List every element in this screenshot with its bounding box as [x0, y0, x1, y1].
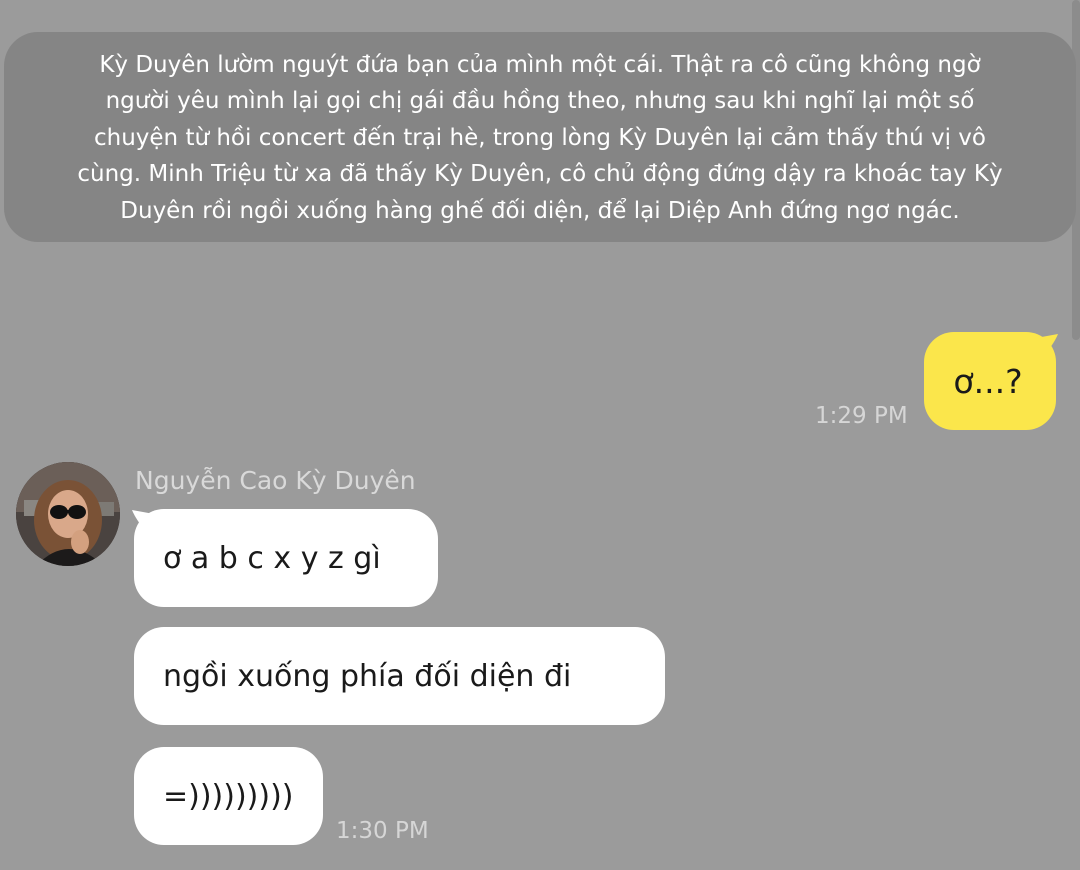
received-message-bubble[interactable]: ngồi xuống phía đối diện đi	[134, 627, 665, 725]
received-message-bubble[interactable]: =)))))))))	[134, 747, 323, 845]
sent-message-bubble[interactable]: ơ...?	[924, 332, 1056, 430]
notice-line: chuyện từ hồi concert đến trại hè, trong…	[94, 124, 986, 151]
narration-notice: Kỳ Duyên lườm nguýt đứa bạn của mình một…	[4, 32, 1076, 242]
received-message-bubble[interactable]: ơ a b c x y z gì	[134, 509, 438, 607]
notice-line: người yêu mình lại gọi chị gái đầu hồng …	[105, 88, 975, 115]
chat-area[interactable]: Kỳ Duyên lườm nguýt đứa bạn của mình một…	[0, 0, 1080, 870]
received-timestamp: 1:30 PM	[336, 818, 429, 844]
notice-line: cùng. Minh Triệu từ xa đã thấy Kỳ Duyên,…	[77, 161, 1003, 188]
sent-timestamp: 1:29 PM	[815, 403, 908, 429]
received-message-text: ngồi xuống phía đối diện đi	[163, 658, 572, 694]
sender-avatar[interactable]	[16, 462, 120, 566]
avatar-photo-icon	[16, 462, 120, 566]
received-message-text: ơ a b c x y z gì	[163, 540, 381, 576]
received-message-text: =)))))))))	[163, 778, 294, 814]
notice-line: Duyên rồi ngồi xuống hàng ghế đối diện, …	[120, 197, 960, 224]
notice-line: Kỳ Duyên lườm nguýt đứa bạn của mình một…	[99, 52, 981, 78]
sender-name: Nguyễn Cao Kỳ Duyên	[135, 466, 416, 495]
sent-message-text: ơ...?	[953, 361, 1023, 401]
